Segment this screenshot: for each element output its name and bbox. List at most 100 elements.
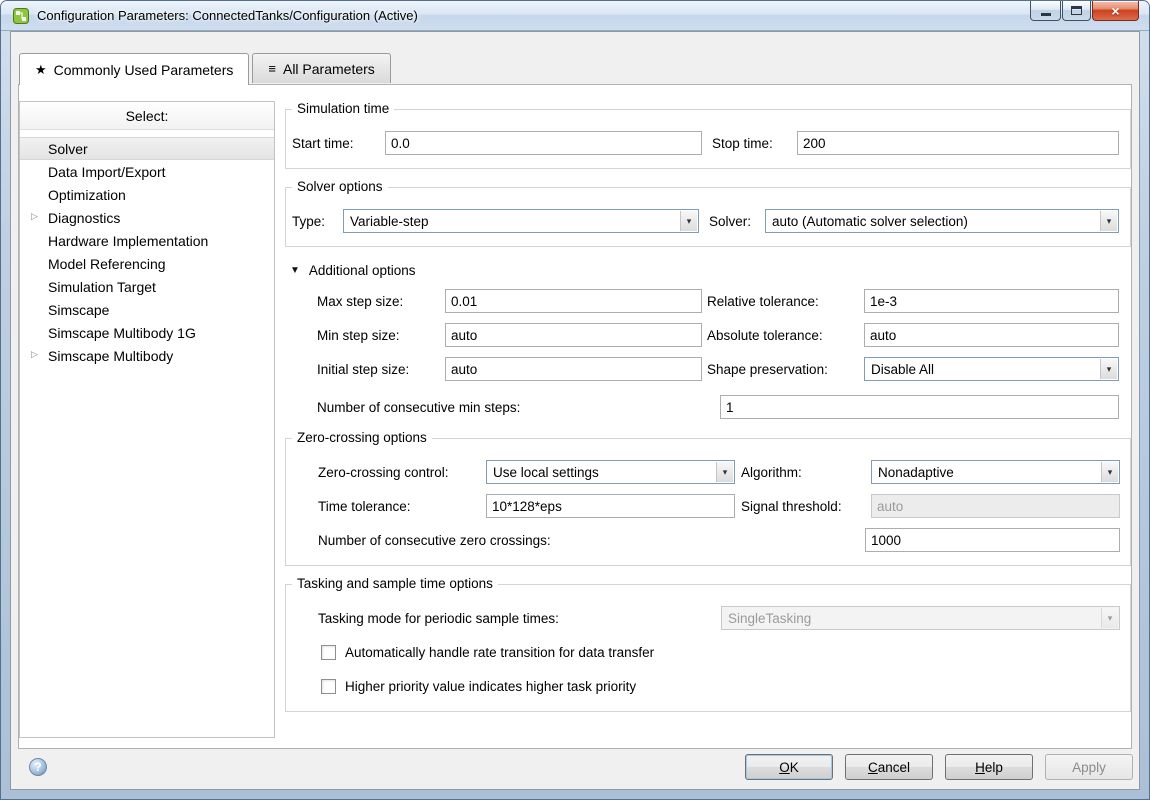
parameters-panel: Select: Solver Data Import/Export Optimi… [18,84,1132,749]
consecutive-min-steps-label: Number of consecutive min steps: [317,400,720,415]
algorithm-label: Algorithm: [741,465,871,480]
sidebar-item-label: Optimization [48,187,126,203]
solver-label: Solver: [709,214,765,229]
min-step-size-input[interactable] [445,323,702,347]
max-step-size-label: Max step size: [317,294,445,309]
start-time-input[interactable] [385,131,702,155]
window-title: Configuration Parameters: ConnectedTanks… [37,8,418,23]
shape-preservation-label: Shape preservation: [707,362,864,377]
additional-options-content: Max step size: Relative tolerance: Min s… [317,288,1131,420]
solver-pane: Simulation time Start time: Stop time: S… [285,101,1131,748]
apply-button-label: Apply [1072,760,1106,775]
relative-tolerance-input[interactable] [864,289,1119,313]
expand-arrow-icon[interactable]: ▷ [31,349,38,360]
sidebar-item-optimization[interactable]: Optimization [20,183,274,206]
consecutive-zero-crossings-label: Number of consecutive zero crossings: [318,533,865,548]
simulink-icon [13,8,29,24]
solver-type-dropdown[interactable]: Variable-step ▾ [343,209,699,233]
group-title: Simulation time [292,101,394,116]
sidebar-item-data-import-export[interactable]: Data Import/Export [20,160,274,183]
form-row: Time tolerance: Signal threshold: [318,493,1130,519]
consecutive-min-steps-input[interactable] [720,395,1119,419]
group-title: Solver options [292,179,388,194]
dropdown-arrow-icon: ▾ [1101,462,1118,482]
tasking-group: Tasking and sample time options Tasking … [285,584,1131,712]
consecutive-zero-crossings-input[interactable] [865,528,1120,552]
help-orb-icon[interactable]: ? [29,758,47,776]
minimize-button[interactable] [1030,1,1061,21]
sidebar-item-label: Solver [48,141,88,157]
list-icon: ≡ [268,61,276,76]
sidebar-item-simscape[interactable]: Simscape [20,298,274,321]
auto-rate-transition-row: Automatically handle rate transition for… [321,639,1130,665]
tab-label: All Parameters [283,61,375,77]
sidebar-item-hardware-implementation[interactable]: Hardware Implementation [20,229,274,252]
sidebar-item-diagnostics[interactable]: ▷ Diagnostics [20,206,274,229]
cancel-button-label: Cancel [868,760,910,775]
sidebar-header: Select: [20,102,274,130]
dropdown-arrow-icon: ▾ [680,211,697,231]
dropdown-value: Nonadaptive [878,465,954,480]
close-icon: × [1111,3,1119,19]
algorithm-dropdown[interactable]: Nonadaptive ▾ [871,460,1120,484]
group-title: Zero-crossing options [292,430,432,445]
sidebar-item-solver[interactable]: Solver [20,137,274,160]
form-row: Type: Variable-step ▾ Solver: auto (Auto… [292,208,1130,234]
zero-crossing-control-label: Zero-crossing control: [318,465,486,480]
form-row: Number of consecutive min steps: [317,394,1131,420]
sidebar-item-simscape-multibody[interactable]: ▷ Simscape Multibody [20,344,274,367]
tab-label: Commonly Used Parameters [54,62,234,78]
sidebar-item-label: Diagnostics [48,210,120,226]
sidebar-list: Solver Data Import/Export Optimization ▷… [20,130,274,367]
absolute-tolerance-label: Absolute tolerance: [707,328,864,343]
sidebar-item-simscape-multibody-1g[interactable]: Simscape Multibody 1G [20,321,274,344]
dropdown-arrow-icon: ▾ [1100,211,1117,231]
solver-dropdown[interactable]: auto (Automatic solver selection) ▾ [765,209,1119,233]
maximize-button[interactable] [1062,1,1091,21]
close-button[interactable]: × [1092,1,1139,21]
dropdown-value: SingleTasking [728,611,811,626]
configuration-parameters-window: Configuration Parameters: ConnectedTanks… [0,0,1150,800]
shape-preservation-dropdown[interactable]: Disable All ▾ [864,357,1119,381]
signal-threshold-input [871,494,1120,518]
form-row: Initial step size: Shape preservation: D… [317,356,1131,382]
absolute-tolerance-input[interactable] [864,323,1119,347]
sidebar-item-model-referencing[interactable]: Model Referencing [20,252,274,275]
form-row: Tasking mode for periodic sample times: … [318,605,1130,631]
tab-commonly-used-parameters[interactable]: ★ Commonly Used Parameters [19,53,249,85]
stop-time-input[interactable] [797,131,1119,155]
sidebar-item-label: Model Referencing [48,256,166,272]
tabstrip: ★ Commonly Used Parameters ≡ All Paramet… [19,53,394,83]
solver-type-label: Type: [292,214,343,229]
form-row: Max step size: Relative tolerance: [317,288,1131,314]
higher-priority-label: Higher priority value indicates higher t… [345,679,636,694]
form-row: Number of consecutive zero crossings: [318,527,1130,553]
tasking-mode-dropdown: SingleTasking ▾ [721,606,1120,630]
max-step-size-input[interactable] [445,289,702,313]
dropdown-value: Use local settings [493,465,599,480]
titlebar[interactable]: Configuration Parameters: ConnectedTanks… [1,1,1149,31]
help-button[interactable]: Help [945,754,1033,780]
expand-arrow-icon[interactable]: ▷ [31,211,38,222]
min-step-size-label: Min step size: [317,328,445,343]
zero-crossing-group: Zero-crossing options Zero-crossing cont… [285,438,1131,566]
cancel-button[interactable]: Cancel [845,754,933,780]
initial-step-size-label: Initial step size: [317,362,445,377]
maximize-icon [1071,6,1082,15]
dropdown-value: Variable-step [350,214,429,229]
tab-all-parameters[interactable]: ≡ All Parameters [252,53,390,83]
ok-button-label: OK [779,760,799,775]
additional-options-expander[interactable]: ▼ Additional options [290,263,1131,278]
sidebar-item-simulation-target[interactable]: Simulation Target [20,275,274,298]
auto-rate-transition-checkbox[interactable] [321,645,336,660]
dropdown-value: Disable All [871,362,934,377]
dialog-buttons: OK Cancel Help Apply [745,754,1133,780]
ok-button[interactable]: OK [745,754,833,780]
sidebar-item-label: Simscape Multibody 1G [48,325,196,341]
higher-priority-checkbox[interactable] [321,679,336,694]
sidebar-item-label: Simscape Multibody [48,348,173,364]
initial-step-size-input[interactable] [445,357,702,381]
time-tolerance-input[interactable] [486,494,735,518]
category-sidebar: Select: Solver Data Import/Export Optimi… [19,101,275,738]
zero-crossing-control-dropdown[interactable]: Use local settings ▾ [486,460,735,484]
